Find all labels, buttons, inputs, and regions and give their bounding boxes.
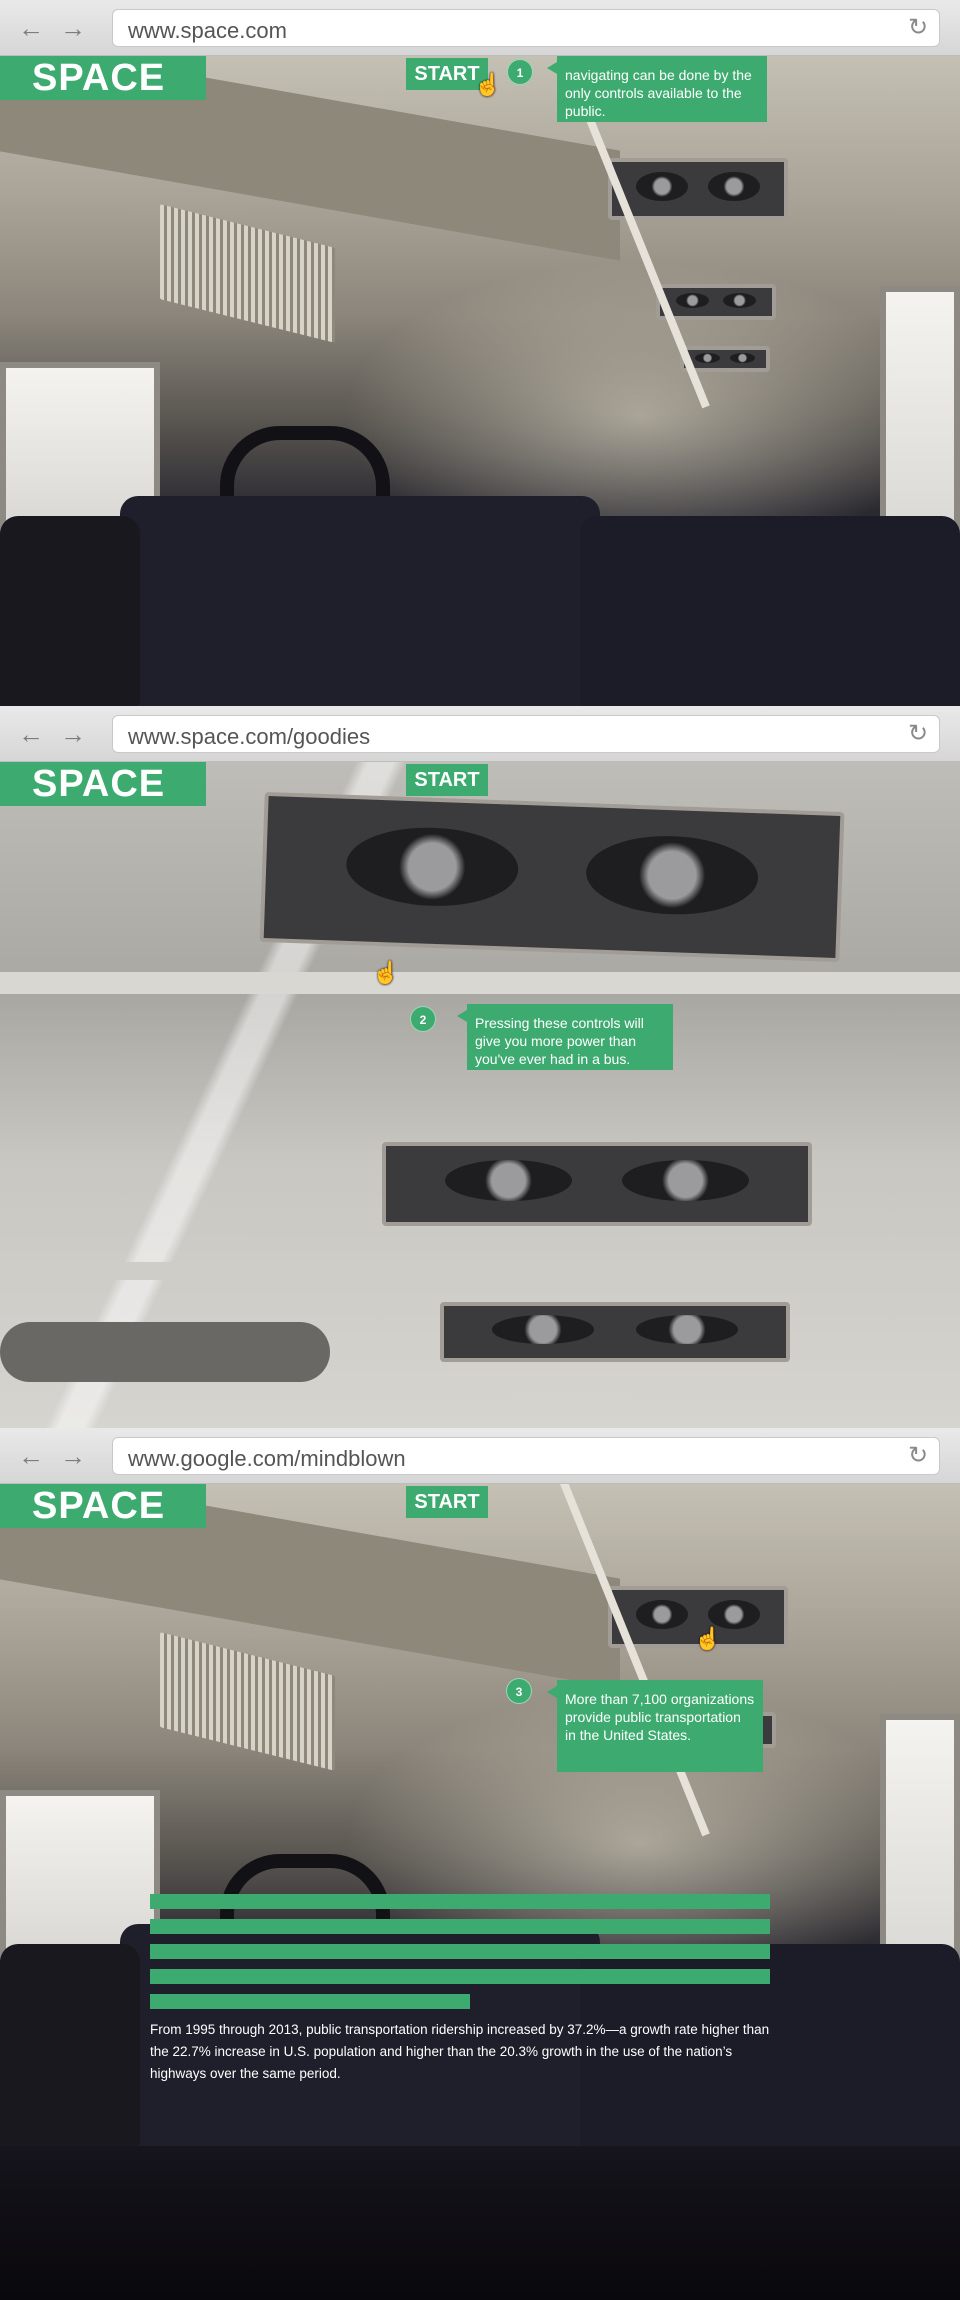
space-logo[interactable]: SPACE bbox=[0, 762, 206, 806]
tooltip-callout: Pressing these controls will give you mo… bbox=[457, 1004, 673, 1070]
browser-toolbar: ← → www.space.com/goodies ↻ bbox=[0, 706, 960, 762]
space-logo[interactable]: SPACE bbox=[0, 1484, 206, 1528]
step-badge: 2 bbox=[410, 1006, 436, 1032]
ceiling-controls-photo bbox=[0, 762, 960, 1428]
article-paragraph: From 1995 through 2013, public transport… bbox=[150, 2022, 770, 2081]
arrow-right-icon[interactable]: → bbox=[58, 13, 88, 43]
reload-icon[interactable]: ↻ bbox=[905, 721, 931, 747]
text-placeholder-bar bbox=[150, 1994, 470, 2009]
text-placeholder-bar bbox=[150, 1944, 770, 1959]
bus-interior-photo bbox=[0, 41, 960, 706]
reload-icon[interactable]: ↻ bbox=[905, 15, 931, 41]
hand-cursor-icon: ☝ bbox=[474, 72, 502, 97]
arrow-left-icon[interactable]: ← bbox=[16, 1441, 46, 1471]
text-placeholder-bar bbox=[150, 1894, 770, 1909]
url-text: www.google.com/mindblown bbox=[128, 1446, 406, 1471]
url-text: www.space.com/goodies bbox=[128, 724, 371, 749]
step-badge: 1 bbox=[507, 59, 533, 85]
address-bar[interactable]: www.space.com/goodies ↻ bbox=[112, 715, 940, 753]
start-button[interactable]: START bbox=[406, 1486, 488, 1518]
browser-panel-2: ← → www.space.com/goodies ↻ SPACE START … bbox=[0, 706, 960, 1428]
space-logo[interactable]: SPACE bbox=[0, 56, 206, 100]
page-footer-background bbox=[0, 2146, 960, 2300]
step-badge: 3 bbox=[506, 1678, 532, 1704]
hand-cursor-icon: ☝ bbox=[694, 1626, 722, 1651]
browser-toolbar: ← → www.space.com ↻ bbox=[0, 0, 960, 56]
arrow-left-icon[interactable]: ← bbox=[16, 13, 46, 43]
browser-toolbar: ← → www.google.com/mindblown ↻ bbox=[0, 1428, 960, 1484]
address-bar[interactable]: www.google.com/mindblown ↻ bbox=[112, 1437, 940, 1475]
arrow-left-icon[interactable]: ← bbox=[16, 719, 46, 749]
reload-icon[interactable]: ↻ bbox=[905, 1443, 931, 1469]
text-placeholder-bar bbox=[150, 1919, 770, 1934]
browser-panel-3: ← → www.google.com/mindblown ↻ SPACE STA… bbox=[0, 1428, 960, 2146]
hand-cursor-icon: ☝ bbox=[372, 960, 400, 985]
url-text: www.space.com bbox=[128, 18, 287, 43]
text-placeholder-bar bbox=[150, 1969, 770, 1984]
arrow-right-icon[interactable]: → bbox=[58, 719, 88, 749]
tooltip-callout: More than 7,100 organizations provide pu… bbox=[547, 1680, 763, 1772]
address-bar[interactable]: www.space.com ↻ bbox=[112, 9, 940, 47]
start-button[interactable]: START bbox=[406, 764, 488, 796]
arrow-right-icon[interactable]: → bbox=[58, 1441, 88, 1471]
tooltip-callout: navigating can be done by the only contr… bbox=[547, 56, 767, 122]
browser-panel-1: ← → www.space.com ↻ SPACE START ☝ 1 navi… bbox=[0, 0, 960, 706]
